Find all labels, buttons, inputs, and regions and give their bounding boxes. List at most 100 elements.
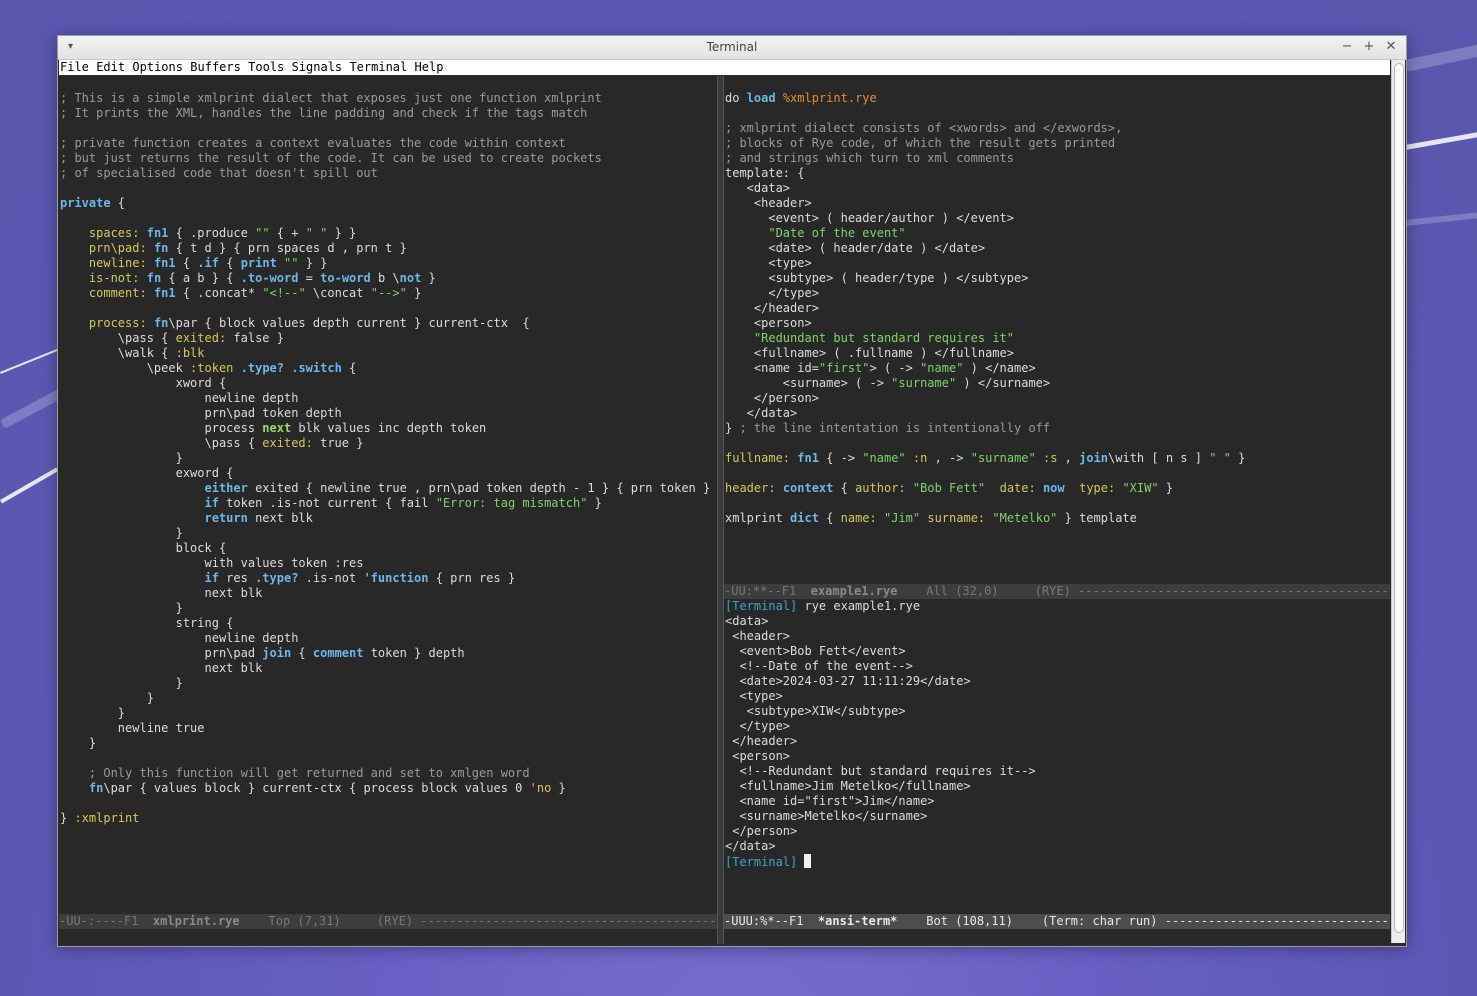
window-divider[interactable]	[717, 76, 724, 944]
terminal-output-line[interactable]: <data>	[725, 614, 1390, 629]
code-line[interactable]: newline depth	[60, 631, 717, 646]
code-line[interactable]: "Date of the event"	[725, 226, 1390, 241]
close-icon[interactable]: ✕	[1383, 39, 1399, 54]
title-bar[interactable]: ▾ Terminal − + ✕	[58, 36, 1406, 60]
code-line[interactable]	[725, 436, 1390, 451]
terminal-output-line[interactable]: <surname>Metelko</surname>	[725, 809, 1390, 824]
code-line[interactable]: <subtype> ( header/type ) </subtype>	[725, 271, 1390, 286]
menu-item-options[interactable]: Options	[132, 60, 183, 74]
vertical-scrollbar[interactable]	[1391, 60, 1405, 943]
editor-pane-xmlprint[interactable]: ; This is a simple xmlprint dialect that…	[59, 76, 717, 944]
code-line[interactable]: <name id="first"> ( -> "name" ) </name>	[725, 361, 1390, 376]
code-line[interactable]: ; Only this function will get returned a…	[60, 766, 717, 781]
code-line[interactable]	[60, 181, 717, 196]
code-line[interactable]: block {	[60, 541, 717, 556]
code-line[interactable]: ; of specialised code that doesn't spill…	[60, 166, 717, 181]
code-line[interactable]	[60, 121, 717, 136]
code-line[interactable]: <header>	[725, 196, 1390, 211]
code-line[interactable]: <surname> ( -> "surname" ) </surname>	[725, 376, 1390, 391]
code-line[interactable]	[725, 106, 1390, 121]
code-line[interactable]	[60, 796, 717, 811]
code-line[interactable]: }	[60, 451, 717, 466]
code-line[interactable]: ; and strings which turn to xml comments	[725, 151, 1390, 166]
code-line[interactable]: with values token :res	[60, 556, 717, 571]
code-line[interactable]: prn\pad join { comment token } depth	[60, 646, 717, 661]
terminal-output-line[interactable]: </header>	[725, 734, 1390, 749]
menu-item-buffers[interactable]: Buffers	[190, 60, 241, 74]
code-line[interactable]: </type>	[725, 286, 1390, 301]
code-line[interactable]: newline depth	[60, 391, 717, 406]
code-line[interactable]: \pass { exited: false }	[60, 331, 717, 346]
code-line[interactable]: next blk	[60, 661, 717, 676]
editor-pane-right[interactable]: do load %xmlprint.rye ; xmlprint dialect …	[724, 76, 1390, 944]
terminal-output-line[interactable]: <header>	[725, 629, 1390, 644]
code-line[interactable]: </header>	[725, 301, 1390, 316]
code-line[interactable]: ; private function creates a context eva…	[60, 136, 717, 151]
code-line[interactable]: if token .is-not current { fail "Error: …	[60, 496, 717, 511]
terminal-output-line[interactable]: <date>2024-03-27 11:11:29</date>	[725, 674, 1390, 689]
terminal-output-line[interactable]: </person>	[725, 824, 1390, 839]
code-line[interactable]: }	[60, 526, 717, 541]
code-line[interactable]	[60, 211, 717, 226]
menu-item-terminal[interactable]: Terminal	[349, 60, 407, 74]
terminal-output-line[interactable]: <fullname>Jim Metelko</fullname>	[725, 779, 1390, 794]
code-line[interactable]: xword {	[60, 376, 717, 391]
code-line[interactable]: template: {	[725, 166, 1390, 181]
terminal-output-line[interactable]: </data>	[725, 839, 1390, 854]
code-line[interactable]: ; This is a simple xmlprint dialect that…	[60, 91, 717, 106]
code-line[interactable]: ; blocks of Rye code, of which the resul…	[725, 136, 1390, 151]
menu-item-file[interactable]: File	[60, 60, 89, 74]
scrollbar-thumb[interactable]	[1394, 63, 1404, 933]
terminal-output-line[interactable]: </type>	[725, 719, 1390, 734]
mode-line-xmlprint[interactable]: -UU-:----F1 xmlprint.rye Top (7,31) (RYE…	[59, 914, 717, 929]
mode-line-buffer-name[interactable]: example1.rye	[811, 584, 898, 598]
terminal-output-line[interactable]: <subtype>XIW</subtype>	[725, 704, 1390, 719]
code-line[interactable]: }	[60, 736, 717, 751]
code-line[interactable]: <type>	[725, 256, 1390, 271]
code-line[interactable]: newline: fn1 { .if { print "" } }	[60, 256, 717, 271]
code-line[interactable]: ; It prints the XML, handles the line pa…	[60, 106, 717, 121]
ansi-term-buffer[interactable]: [Terminal] rye example1.rye <data> <heade…	[725, 599, 1390, 869]
code-line[interactable]: fullname: fn1 { -> "name" :n , -> "surna…	[725, 451, 1390, 466]
code-line[interactable]: process: fn\par { block values depth cur…	[60, 316, 717, 331]
menu-item-edit[interactable]: Edit	[96, 60, 125, 74]
code-line[interactable]	[60, 301, 717, 316]
terminal-output-line[interactable]: <type>	[725, 689, 1390, 704]
code-line[interactable]: <event> ( header/author ) </event>	[725, 211, 1390, 226]
code-line[interactable]: <person>	[725, 316, 1390, 331]
code-line[interactable]: <fullname> ( .fullname ) </fullname>	[725, 346, 1390, 361]
code-line[interactable]: prn\pad: fn { t d } { prn spaces d , prn…	[60, 241, 717, 256]
menu-item-help[interactable]: Help	[415, 60, 444, 74]
terminal-prompt-line[interactable]: [Terminal]	[725, 854, 1390, 869]
code-line[interactable]: <data>	[725, 181, 1390, 196]
menu-item-signals[interactable]: Signals	[292, 60, 343, 74]
code-line[interactable]	[725, 76, 1390, 91]
code-line[interactable]: </data>	[725, 406, 1390, 421]
code-line[interactable]	[725, 466, 1390, 481]
code-line[interactable]: "Redundant but standard requires it"	[725, 331, 1390, 346]
code-line[interactable]: fn\par { values block } current-ctx { pr…	[60, 781, 717, 796]
code-line[interactable]: do load %xmlprint.rye	[725, 91, 1390, 106]
mode-line-buffer-name[interactable]: *ansi-term*	[818, 914, 897, 928]
terminal-output-line[interactable]: [Terminal] rye example1.rye	[725, 599, 1390, 614]
mode-line-ansi-term[interactable]: -UUU:%*--F1 *ansi-term* Bot (108,11) (Te…	[724, 914, 1390, 929]
mode-line-example1[interactable]: -UU:**--F1 example1.rye All (32,0) (RYE)…	[724, 584, 1390, 599]
code-line[interactable]	[60, 751, 717, 766]
code-line[interactable]: spaces: fn1 { .produce "" { + " " } }	[60, 226, 717, 241]
code-buffer-example1[interactable]: do load %xmlprint.rye ; xmlprint dialect …	[725, 76, 1390, 526]
code-line[interactable]: }	[60, 676, 717, 691]
code-line[interactable]: private {	[60, 196, 717, 211]
terminal-output-line[interactable]: <name id="first">Jim</name>	[725, 794, 1390, 809]
code-line[interactable]	[725, 496, 1390, 511]
code-line[interactable]: return next blk	[60, 511, 717, 526]
code-buffer-xmlprint[interactable]: ; This is a simple xmlprint dialect that…	[60, 76, 717, 826]
terminal-output-line[interactable]: <person>	[725, 749, 1390, 764]
mode-line-buffer-name[interactable]: xmlprint.rye	[153, 914, 240, 928]
terminal-output-line[interactable]: <event>Bob Fett</event>	[725, 644, 1390, 659]
code-line[interactable]: prn\pad token depth	[60, 406, 717, 421]
code-line[interactable]: string {	[60, 616, 717, 631]
code-line[interactable]: ; xmlprint dialect consists of <xwords> …	[725, 121, 1390, 136]
code-line[interactable]: comment: fn1 { .concat* "<!--" \concat "…	[60, 286, 717, 301]
code-line[interactable]: <date> ( header/date ) </date>	[725, 241, 1390, 256]
code-line[interactable]: }	[60, 691, 717, 706]
